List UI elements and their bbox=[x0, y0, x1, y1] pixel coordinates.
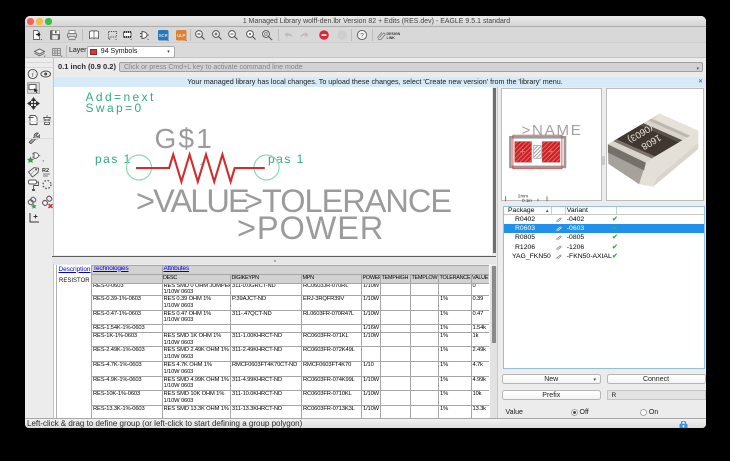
svg-text:?: ? bbox=[360, 32, 364, 39]
svg-text:ULP: ULP bbox=[177, 33, 185, 38]
svg-text:R2: R2 bbox=[42, 168, 49, 174]
svg-text:i: i bbox=[32, 71, 34, 79]
svg-text:SCR: SCR bbox=[158, 33, 167, 38]
svg-text:0.1in: 0.1in bbox=[522, 197, 532, 201]
svg-text:LINK: LINK bbox=[387, 36, 396, 40]
